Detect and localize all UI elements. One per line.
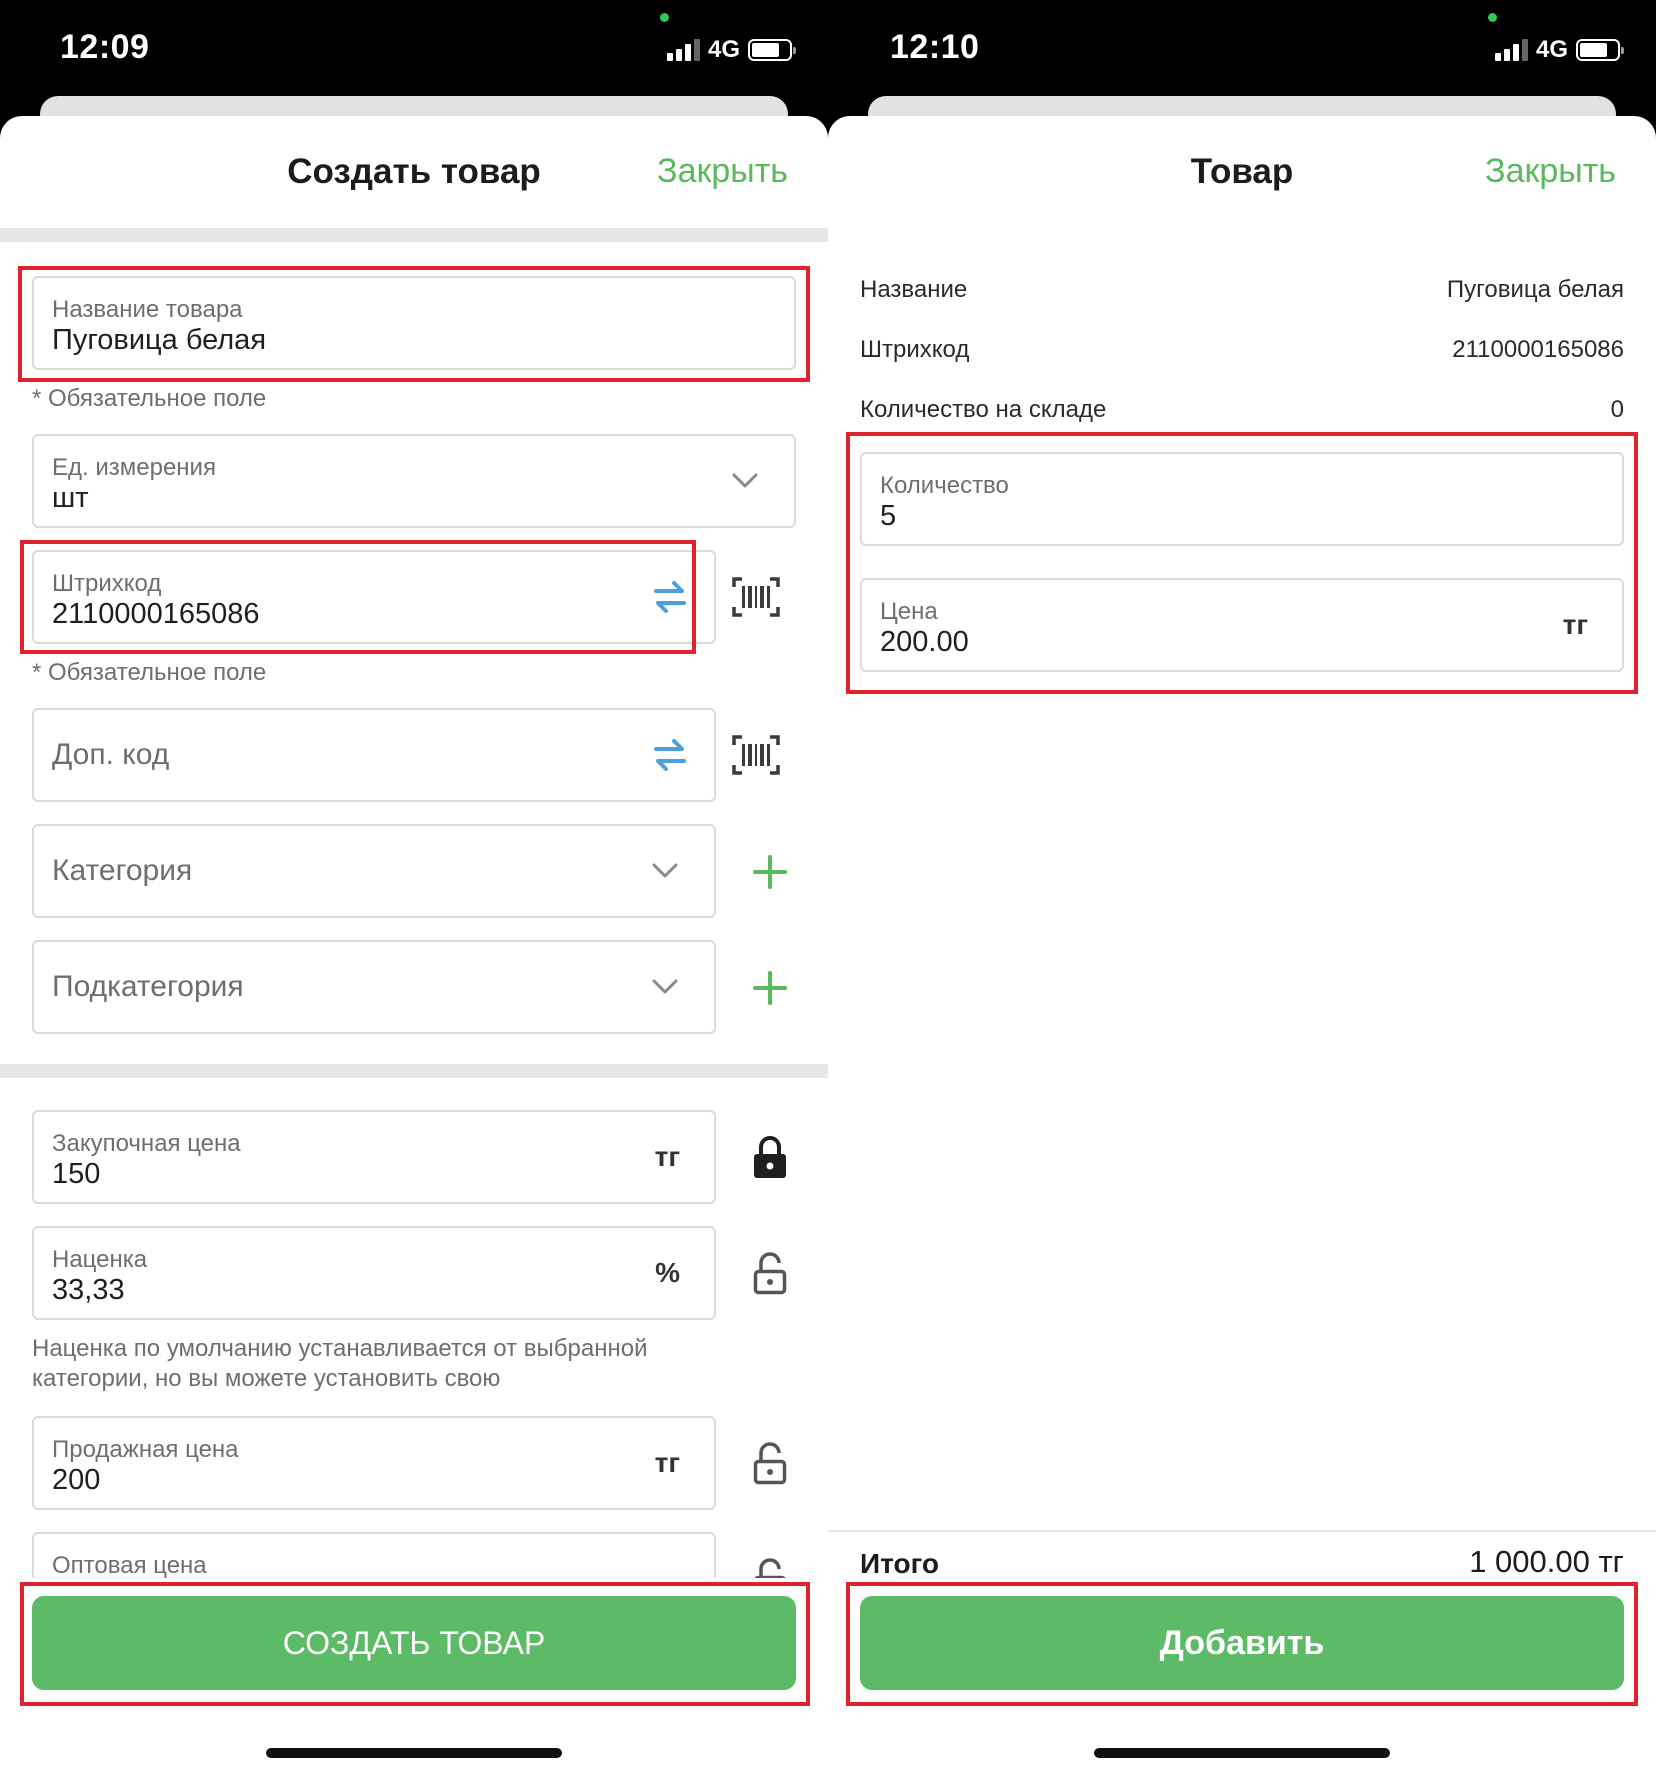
- battery-icon: [1576, 39, 1624, 61]
- sheet-header: Товар Закрыть: [828, 116, 1656, 228]
- currency-suffix: тг: [654, 1447, 680, 1478]
- markup-hint: Наценка по умолчанию устанавливается от …: [32, 1335, 648, 1392]
- field-label: Оптовая цена: [52, 1552, 207, 1579]
- product-sheet: Товар Закрыть Название Пуговица белая Шт…: [828, 116, 1656, 1792]
- field-label: Продажная цена: [52, 1436, 239, 1463]
- sheet-header: Создать товар Закрыть: [0, 116, 828, 228]
- info-value: Пуговица белая: [1446, 276, 1624, 303]
- barcode-field[interactable]: Штрихкод 2110000165086: [32, 550, 716, 644]
- product-name-field[interactable]: Название товара Пуговица белая: [32, 276, 796, 370]
- field-value: шт: [52, 482, 89, 514]
- field-value: 33,33: [52, 1274, 125, 1306]
- field-value: 200.00: [880, 626, 969, 658]
- lock-open-icon[interactable]: [748, 1438, 792, 1488]
- sale-price-field[interactable]: Продажная цена 200 тг: [32, 1416, 716, 1510]
- field-label: Закупочная цена: [52, 1130, 241, 1157]
- total-value: 1 000.00 тг: [1469, 1544, 1624, 1579]
- info-label: Название: [860, 276, 968, 303]
- lock-closed-icon[interactable]: [748, 1132, 792, 1182]
- field-label: Наценка: [52, 1246, 148, 1273]
- total-label: Итого: [860, 1548, 939, 1579]
- info-row-stock: Количество на складе 0: [860, 396, 1624, 424]
- percent-suffix: %: [655, 1257, 680, 1288]
- recording-indicator-icon: [1488, 13, 1497, 22]
- home-indicator: [1094, 1748, 1390, 1758]
- field-label: Цена: [880, 598, 938, 625]
- currency-suffix: тг: [1562, 609, 1588, 640]
- lock-open-icon[interactable]: [748, 1248, 792, 1298]
- field-label: Ед. измерения: [52, 454, 216, 481]
- add-category-plus-icon[interactable]: [746, 848, 794, 896]
- field-label: Название товара: [52, 296, 243, 323]
- close-button[interactable]: Закрыть: [657, 152, 788, 191]
- total-row: Итого 1 000.00 тг: [860, 1544, 1624, 1580]
- purchase-price-field[interactable]: Закупочная цена 150 тг: [32, 1110, 716, 1204]
- create-product-button[interactable]: СОЗДАТЬ ТОВАР: [32, 1596, 796, 1690]
- chevron-down-icon: [732, 436, 758, 526]
- network-type: 4G: [1535, 36, 1568, 63]
- screen-product: 12:10 4G Товар Закрыть Название Пуговица…: [828, 0, 1656, 1792]
- status-time: 12:09: [60, 28, 150, 66]
- category-select[interactable]: Категория: [32, 824, 716, 918]
- status-bar: 12:09 4G: [0, 0, 828, 100]
- status-time: 12:10: [890, 28, 980, 66]
- required-hint: * Обязательное поле: [32, 385, 267, 412]
- info-label: Штрихкод: [860, 336, 970, 363]
- price-field[interactable]: Цена 200.00 тг: [860, 578, 1624, 672]
- required-hint: * Обязательное поле: [32, 659, 267, 686]
- screen-create-product: 12:09 4G Создать товар Закрыть Название …: [0, 0, 828, 1792]
- field-label: Штрихкод: [52, 570, 162, 597]
- signal-icon: [1494, 39, 1528, 61]
- swap-icon[interactable]: [652, 710, 688, 800]
- barcode-scan-icon[interactable]: [728, 730, 784, 780]
- field-value: 150: [52, 1158, 101, 1190]
- field-placeholder: Доп. код: [52, 738, 170, 771]
- markup-field[interactable]: Наценка 33,33 %: [32, 1226, 716, 1320]
- status-icons: 4G: [1494, 36, 1624, 64]
- divider: [0, 1064, 828, 1078]
- battery-icon: [748, 39, 796, 61]
- create-product-sheet: Создать товар Закрыть Название товара Пу…: [0, 116, 828, 1792]
- divider: [828, 1530, 1656, 1532]
- status-icons: 4G: [666, 36, 796, 64]
- field-placeholder: Подкатегория: [52, 970, 244, 1003]
- extra-code-field[interactable]: Доп. код: [32, 708, 716, 802]
- chevron-down-icon: [652, 942, 678, 1032]
- divider: [0, 228, 828, 242]
- info-value: 0: [1610, 396, 1624, 423]
- chevron-down-icon: [652, 826, 678, 916]
- status-bar: 12:10 4G: [828, 0, 1656, 100]
- field-placeholder: Категория: [52, 854, 193, 887]
- unit-select[interactable]: Ед. измерения шт: [32, 434, 796, 528]
- info-row-name: Название Пуговица белая: [860, 276, 1624, 304]
- add-subcategory-plus-icon[interactable]: [746, 964, 794, 1012]
- field-value: 200: [52, 1464, 101, 1496]
- info-row-barcode: Штрихкод 2110000165086: [860, 336, 1624, 364]
- subcategory-select[interactable]: Подкатегория: [32, 940, 716, 1034]
- network-type: 4G: [707, 36, 740, 63]
- signal-icon: [666, 39, 700, 61]
- swap-icon[interactable]: [652, 552, 688, 642]
- field-value: 2110000165086: [52, 598, 260, 630]
- close-button[interactable]: Закрыть: [1485, 152, 1616, 191]
- barcode-scan-icon[interactable]: [728, 572, 784, 622]
- quantity-field[interactable]: Количество 5: [860, 452, 1624, 546]
- field-value: 5: [880, 500, 897, 532]
- field-value: Пуговица белая: [52, 324, 267, 356]
- recording-indicator-icon: [660, 13, 669, 22]
- info-label: Количество на складе: [860, 396, 1107, 423]
- currency-suffix: тг: [654, 1141, 680, 1172]
- info-value: 2110000165086: [1452, 336, 1624, 363]
- field-label: Количество: [880, 472, 1009, 499]
- home-indicator: [266, 1748, 562, 1758]
- add-button[interactable]: Добавить: [860, 1596, 1624, 1690]
